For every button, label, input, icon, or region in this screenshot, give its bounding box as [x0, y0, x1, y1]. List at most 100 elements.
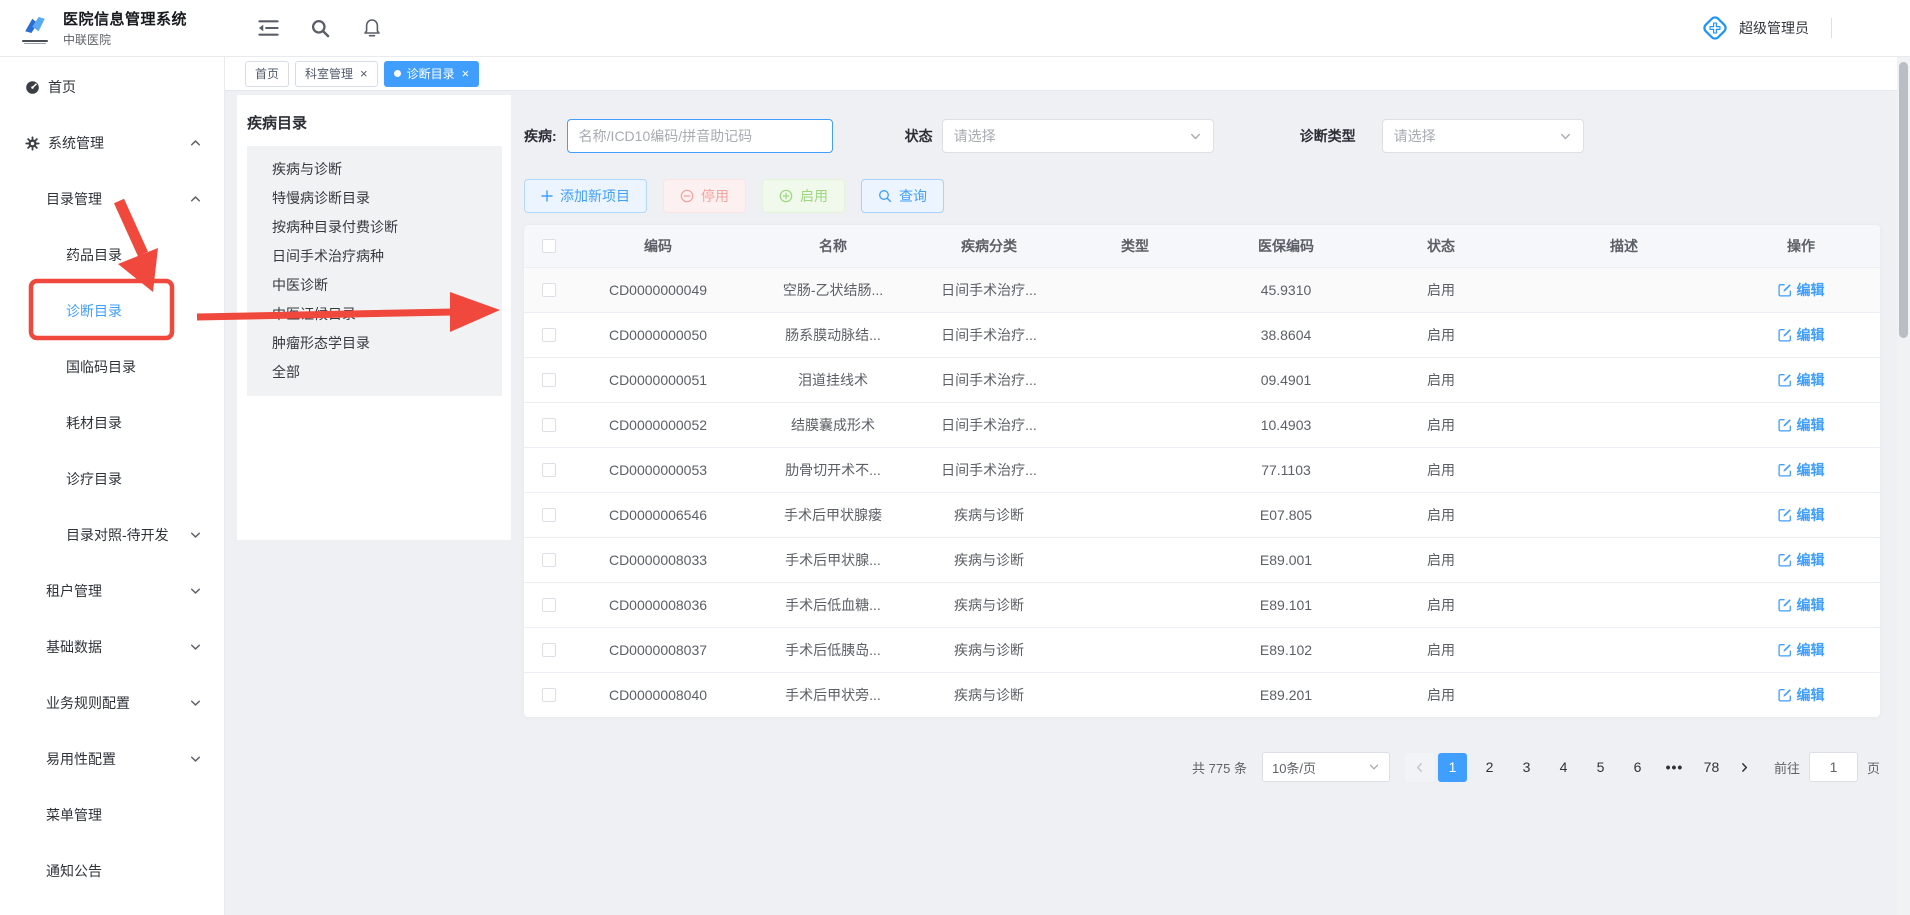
diagnosis-directory-panel: 疾病: 状态 请选择 诊断类型 请选择	[524, 95, 1880, 782]
search-icon[interactable]	[309, 17, 331, 39]
edit-icon	[1778, 688, 1792, 702]
sidebar-item-基础数据[interactable]: 基础数据	[0, 619, 224, 675]
catalog-item-肿瘤形态学目录[interactable]: 肿瘤形态学目录	[247, 329, 502, 358]
cell-name: 肠系膜动脉结...	[742, 312, 924, 357]
goto-page-input[interactable]	[1809, 752, 1858, 782]
prev-page-button[interactable]	[1405, 753, 1434, 782]
sidebar-item-目录对照-待开发[interactable]: 目录对照-待开发	[0, 507, 224, 563]
chevron-down-icon	[1189, 130, 1202, 143]
catalog-item-中医证候目录[interactable]: 中医证候目录	[247, 300, 502, 329]
cell-name: 肋骨切开术不...	[742, 447, 924, 492]
page-number-3[interactable]: 3	[1512, 753, 1541, 782]
status-filter-label: 状态	[905, 126, 933, 146]
row-checkbox[interactable]	[542, 418, 556, 432]
page-number-78[interactable]: 78	[1697, 753, 1726, 782]
sidebar-item-业务规则配置[interactable]: 业务规则配置	[0, 675, 224, 731]
goto-page-unit: 页	[1867, 758, 1880, 777]
edit-row-button[interactable]: 编辑	[1778, 460, 1825, 480]
close-icon[interactable]: ×	[360, 67, 368, 80]
catalog-item-中医诊断[interactable]: 中医诊断	[247, 271, 502, 300]
row-checkbox[interactable]	[542, 688, 556, 702]
cell-insurance-code: E89.101	[1216, 582, 1356, 627]
page-number-5[interactable]: 5	[1586, 753, 1615, 782]
select-all-checkbox[interactable]	[542, 239, 556, 253]
row-checkbox[interactable]	[542, 508, 556, 522]
table-row: CD0000008036手术后低血糖...疾病与诊断E89.101启用编辑	[524, 582, 1880, 627]
user-menu[interactable]: 超级管理员	[1700, 13, 1832, 43]
catalog-item-特慢病诊断目录[interactable]: 特慢病诊断目录	[247, 184, 502, 213]
brand: 医院信息管理系统 中联医院	[0, 8, 225, 48]
circle-minus-icon	[680, 189, 694, 203]
bell-icon[interactable]	[361, 17, 383, 39]
edit-label: 编辑	[1797, 370, 1825, 390]
row-checkbox[interactable]	[542, 328, 556, 342]
edit-row-button[interactable]: 编辑	[1778, 280, 1825, 300]
sidebar-item-国临码目录[interactable]: 国临码目录	[0, 339, 224, 395]
page-size-value: 10条/页	[1272, 758, 1316, 777]
table-row: CD0000000050肠系膜动脉结...日间手术治疗...38.8604启用编…	[524, 312, 1880, 357]
tab-科室管理[interactable]: 科室管理×	[295, 61, 378, 87]
sidebar-item-通知公告[interactable]: 通知公告	[0, 843, 224, 899]
close-icon[interactable]: ×	[462, 67, 470, 80]
edit-row-button[interactable]: 编辑	[1778, 370, 1825, 390]
edit-row-button[interactable]: 编辑	[1778, 640, 1825, 660]
sidebar-item-菜单管理[interactable]: 菜单管理	[0, 787, 224, 843]
next-page-button[interactable]	[1730, 753, 1759, 782]
sidebar-item-诊断目录[interactable]: 诊断目录	[0, 283, 224, 339]
chevron-up-icon	[189, 193, 202, 206]
sidebar-item-药品目录[interactable]: 药品目录	[0, 227, 224, 283]
sidebar-item-目录管理[interactable]: 目录管理	[0, 171, 224, 227]
sidebar-item-诊疗目录[interactable]: 诊疗目录	[0, 451, 224, 507]
disease-search-input[interactable]	[567, 119, 833, 153]
sidebar-item-系统管理[interactable]: 系统管理	[0, 115, 224, 171]
edit-row-button[interactable]: 编辑	[1778, 595, 1825, 615]
catalog-item-日间手术治疗病种[interactable]: 日间手术治疗病种	[247, 242, 502, 271]
edit-icon	[1778, 418, 1792, 432]
row-checkbox[interactable]	[542, 643, 556, 657]
catalog-item-疾病与诊断[interactable]: 疾病与诊断	[247, 155, 502, 184]
catalog-item-全部[interactable]: 全部	[247, 358, 502, 387]
edit-icon	[1778, 643, 1792, 657]
scrollbar-thumb[interactable]	[1899, 62, 1908, 338]
tab-诊断目录[interactable]: 诊断目录×	[384, 61, 480, 87]
edit-icon	[1778, 553, 1792, 567]
more-pages-icon[interactable]: •••	[1660, 753, 1689, 782]
sidebar-item-易用性配置[interactable]: 易用性配置	[0, 731, 224, 787]
edit-row-button[interactable]: 编辑	[1778, 325, 1825, 345]
edit-row-button[interactable]: 编辑	[1778, 415, 1825, 435]
page-number-list: 123456 ••• 78	[1434, 753, 1730, 782]
page-number-1[interactable]: 1	[1438, 753, 1467, 782]
cell-status: 启用	[1356, 537, 1526, 582]
page-size-select[interactable]: 10条/页	[1262, 752, 1390, 782]
sidebar-item-label: 诊疗目录	[66, 469, 122, 489]
row-checkbox[interactable]	[542, 598, 556, 612]
edit-icon	[1778, 508, 1792, 522]
row-checkbox[interactable]	[542, 283, 556, 297]
tab-首页[interactable]: 首页	[245, 61, 289, 87]
query-button[interactable]: 查询	[861, 179, 944, 213]
row-checkbox[interactable]	[542, 553, 556, 567]
enable-button[interactable]: 启用	[762, 179, 845, 213]
edit-row-button[interactable]: 编辑	[1778, 550, 1825, 570]
page-number-2[interactable]: 2	[1475, 753, 1504, 782]
status-select[interactable]: 请选择	[942, 119, 1214, 153]
sidebar-item-首页[interactable]: 首页	[0, 59, 224, 115]
sidebar-item-租户管理[interactable]: 租户管理	[0, 563, 224, 619]
status-select-value: 请选择	[954, 126, 996, 146]
edit-icon	[1778, 598, 1792, 612]
menu-fold-icon[interactable]	[257, 17, 279, 39]
sidebar-item-耗材目录[interactable]: 耗材目录	[0, 395, 224, 451]
diagnosis-type-select[interactable]: 请选择	[1382, 119, 1584, 153]
row-checkbox[interactable]	[542, 463, 556, 477]
add-item-button[interactable]: 添加新项目	[524, 179, 647, 213]
row-checkbox[interactable]	[542, 373, 556, 387]
scrollbar-track[interactable]	[1897, 57, 1910, 915]
page-number-6[interactable]: 6	[1623, 753, 1652, 782]
active-dot-icon	[394, 70, 401, 77]
cell-name: 空肠-乙状结肠...	[742, 267, 924, 312]
edit-row-button[interactable]: 编辑	[1778, 685, 1825, 705]
edit-row-button[interactable]: 编辑	[1778, 505, 1825, 525]
disable-button[interactable]: 停用	[663, 179, 746, 213]
catalog-item-按病种目录付费诊断[interactable]: 按病种目录付费诊断	[247, 213, 502, 242]
page-number-4[interactable]: 4	[1549, 753, 1578, 782]
